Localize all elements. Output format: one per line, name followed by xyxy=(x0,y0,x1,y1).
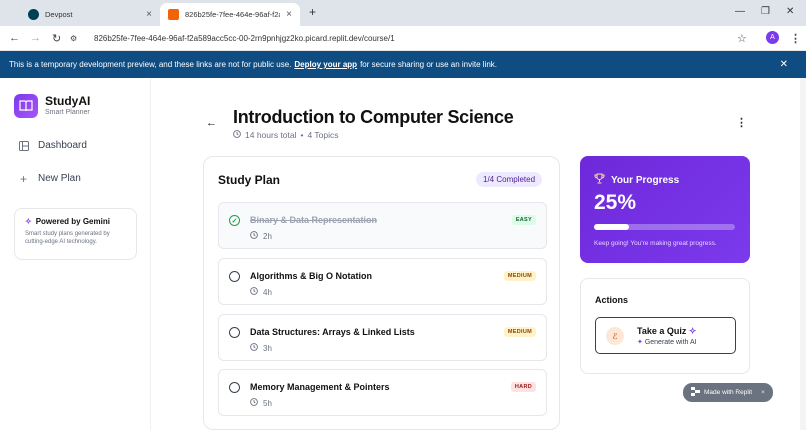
study-plan-title: Study Plan xyxy=(218,173,281,187)
replit-badge-label: Made with Replit xyxy=(704,389,753,396)
quiz-subtitle: ✦ Generate with AI xyxy=(637,339,697,346)
dev-preview-banner: This is a temporary development preview,… xyxy=(0,51,806,78)
sparkle-icon: ✦ xyxy=(637,339,643,346)
topic-name: Algorithms & Big O Notation xyxy=(250,271,372,281)
banner-text-after: for secure sharing or use an invite link… xyxy=(360,60,498,69)
topic-card[interactable]: ✓ Binary & Data Representation 2h EASY xyxy=(218,202,547,249)
topic-name: Memory Management & Pointers xyxy=(250,382,390,392)
sparkle-icon: ✧ xyxy=(688,326,697,336)
banner-text: This is a temporary development preview,… xyxy=(9,60,292,69)
meta-separator: • xyxy=(300,130,304,140)
progress-title: Your Progress xyxy=(611,174,680,186)
difficulty-badge: HARD xyxy=(510,382,536,392)
topic-hours: 4h xyxy=(263,287,272,297)
clock-icon xyxy=(233,130,241,140)
close-window-icon[interactable]: ✕ xyxy=(786,6,794,17)
topic-hours: 3h xyxy=(263,343,272,353)
circle-checkbox-icon[interactable] xyxy=(229,382,240,393)
progress-bar xyxy=(594,224,735,230)
restore-icon[interactable]: ❐ xyxy=(761,6,770,17)
address-bar: ← → ↻ ⚙ 826b25fe-7fee-464e-96af-f2a589ac… xyxy=(0,26,806,51)
back-icon[interactable]: ← xyxy=(9,32,20,44)
close-banner-icon[interactable]: ✕ xyxy=(780,59,788,70)
tab-title: Devpost xyxy=(45,10,73,19)
clock-icon xyxy=(250,231,258,241)
browser-tab-devpost[interactable]: Devpost × xyxy=(20,3,160,26)
topic-hours: 2h xyxy=(263,231,272,241)
back-arrow-icon[interactable]: ← xyxy=(206,117,217,129)
dashboard-icon xyxy=(18,140,29,151)
close-tab-icon[interactable]: × xyxy=(286,9,292,20)
browser-tabstrip: Devpost × 826b25fe-7fee-464e-96af-f2a5 ×… xyxy=(0,0,806,26)
bookmark-star-icon[interactable]: ☆ xyxy=(737,32,747,45)
sidebar: StudyAI Smart Planner Dashboard + New Pl… xyxy=(0,78,151,430)
forward-icon[interactable]: → xyxy=(30,32,41,44)
difficulty-badge: MEDIUM xyxy=(503,327,536,337)
progress-bar-fill xyxy=(594,224,630,230)
take-quiz-button[interactable]: ℰ Take a Quiz ✧ ✦ Generate with AI xyxy=(595,317,736,354)
actions-title: Actions xyxy=(595,295,629,305)
gemini-title: Powered by Gemini xyxy=(35,217,110,226)
difficulty-badge: MEDIUM xyxy=(503,271,536,281)
sidebar-item-label: Dashboard xyxy=(38,140,87,151)
brain-icon: ℰ xyxy=(606,327,624,345)
topic-hours: 5h xyxy=(263,398,272,408)
more-options-icon[interactable]: ⋮ xyxy=(736,116,747,129)
page-title: Introduction to Computer Science xyxy=(233,107,514,127)
brand-subtitle: Smart Planner xyxy=(45,109,90,116)
sidebar-item-label: New Plan xyxy=(38,173,81,184)
topic-card[interactable]: Data Structures: Arrays & Linked Lists 3… xyxy=(218,314,547,361)
deploy-link[interactable]: Deploy your app xyxy=(294,60,357,69)
course-meta: 14 hours total • 4 Topics xyxy=(233,130,339,140)
circle-checkbox-icon[interactable] xyxy=(229,271,240,282)
gemini-description: Smart study plans generated by cutting-e… xyxy=(25,231,110,245)
replit-logo-icon xyxy=(691,387,700,398)
close-tab-icon[interactable]: × xyxy=(146,9,152,20)
topic-card[interactable]: Algorithms & Big O Notation 4h MEDIUM xyxy=(218,258,547,305)
clock-icon xyxy=(250,287,258,297)
progress-card: Your Progress 25% Keep going! You're mak… xyxy=(580,156,750,263)
brand-name: StudyAI xyxy=(45,94,91,108)
actions-card: Actions ℰ Take a Quiz ✧ ✦ Generate with … xyxy=(580,278,750,374)
clock-icon xyxy=(250,398,258,408)
url-field[interactable]: 826b25fe-7fee-464e-96af-f2a589acc5cc-00-… xyxy=(82,29,722,48)
progress-message: Keep going! You're making great progress… xyxy=(594,240,717,247)
minimize-icon[interactable]: — xyxy=(735,6,745,17)
devpost-favicon-icon xyxy=(28,9,39,20)
quiz-title: Take a Quiz ✧ xyxy=(637,326,697,336)
browser-tab-active[interactable]: 826b25fe-7fee-464e-96af-f2a5 × xyxy=(160,3,300,26)
trophy-icon xyxy=(594,173,605,187)
check-circle-icon[interactable]: ✓ xyxy=(229,215,240,226)
sidebar-item-new-plan[interactable]: + New Plan xyxy=(18,171,81,186)
gemini-info-card: ✧ Powered by Gemini Smart study plans gen… xyxy=(14,208,137,260)
completed-badge: 1/4 Completed xyxy=(476,172,543,187)
plus-icon: + xyxy=(19,171,27,186)
page-scrollbar[interactable] xyxy=(800,78,806,430)
course-hours: 14 hours total xyxy=(245,130,297,140)
topic-card[interactable]: Memory Management & Pointers 5h HARD xyxy=(218,369,547,416)
replit-favicon-icon xyxy=(168,9,179,20)
progress-value: 25% xyxy=(594,191,637,214)
course-topics-count: 4 Topics xyxy=(307,130,339,140)
sparkle-icon: ✧ xyxy=(25,217,32,226)
site-info-icon[interactable]: ⚙ xyxy=(70,34,77,43)
topic-name: Binary & Data Representation xyxy=(250,215,378,225)
clock-icon xyxy=(250,343,258,353)
book-logo-icon xyxy=(14,94,38,118)
new-tab-icon[interactable]: + xyxy=(309,5,316,19)
reload-icon[interactable]: ↻ xyxy=(52,32,61,45)
circle-checkbox-icon[interactable] xyxy=(229,327,240,338)
study-plan-card: Study Plan 1/4 Completed ✓ Binary & Data… xyxy=(203,156,560,430)
topic-name: Data Structures: Arrays & Linked Lists xyxy=(250,327,415,337)
difficulty-badge: EASY xyxy=(511,215,536,225)
close-badge-icon[interactable]: × xyxy=(761,389,765,396)
browser-menu-icon[interactable]: ⋮ xyxy=(790,32,801,45)
made-with-replit-badge[interactable]: Made with Replit × xyxy=(683,383,773,402)
sidebar-item-dashboard[interactable]: Dashboard xyxy=(18,140,87,151)
profile-avatar[interactable]: A xyxy=(766,31,779,44)
tab-title: 826b25fe-7fee-464e-96af-f2a5 xyxy=(185,10,281,19)
